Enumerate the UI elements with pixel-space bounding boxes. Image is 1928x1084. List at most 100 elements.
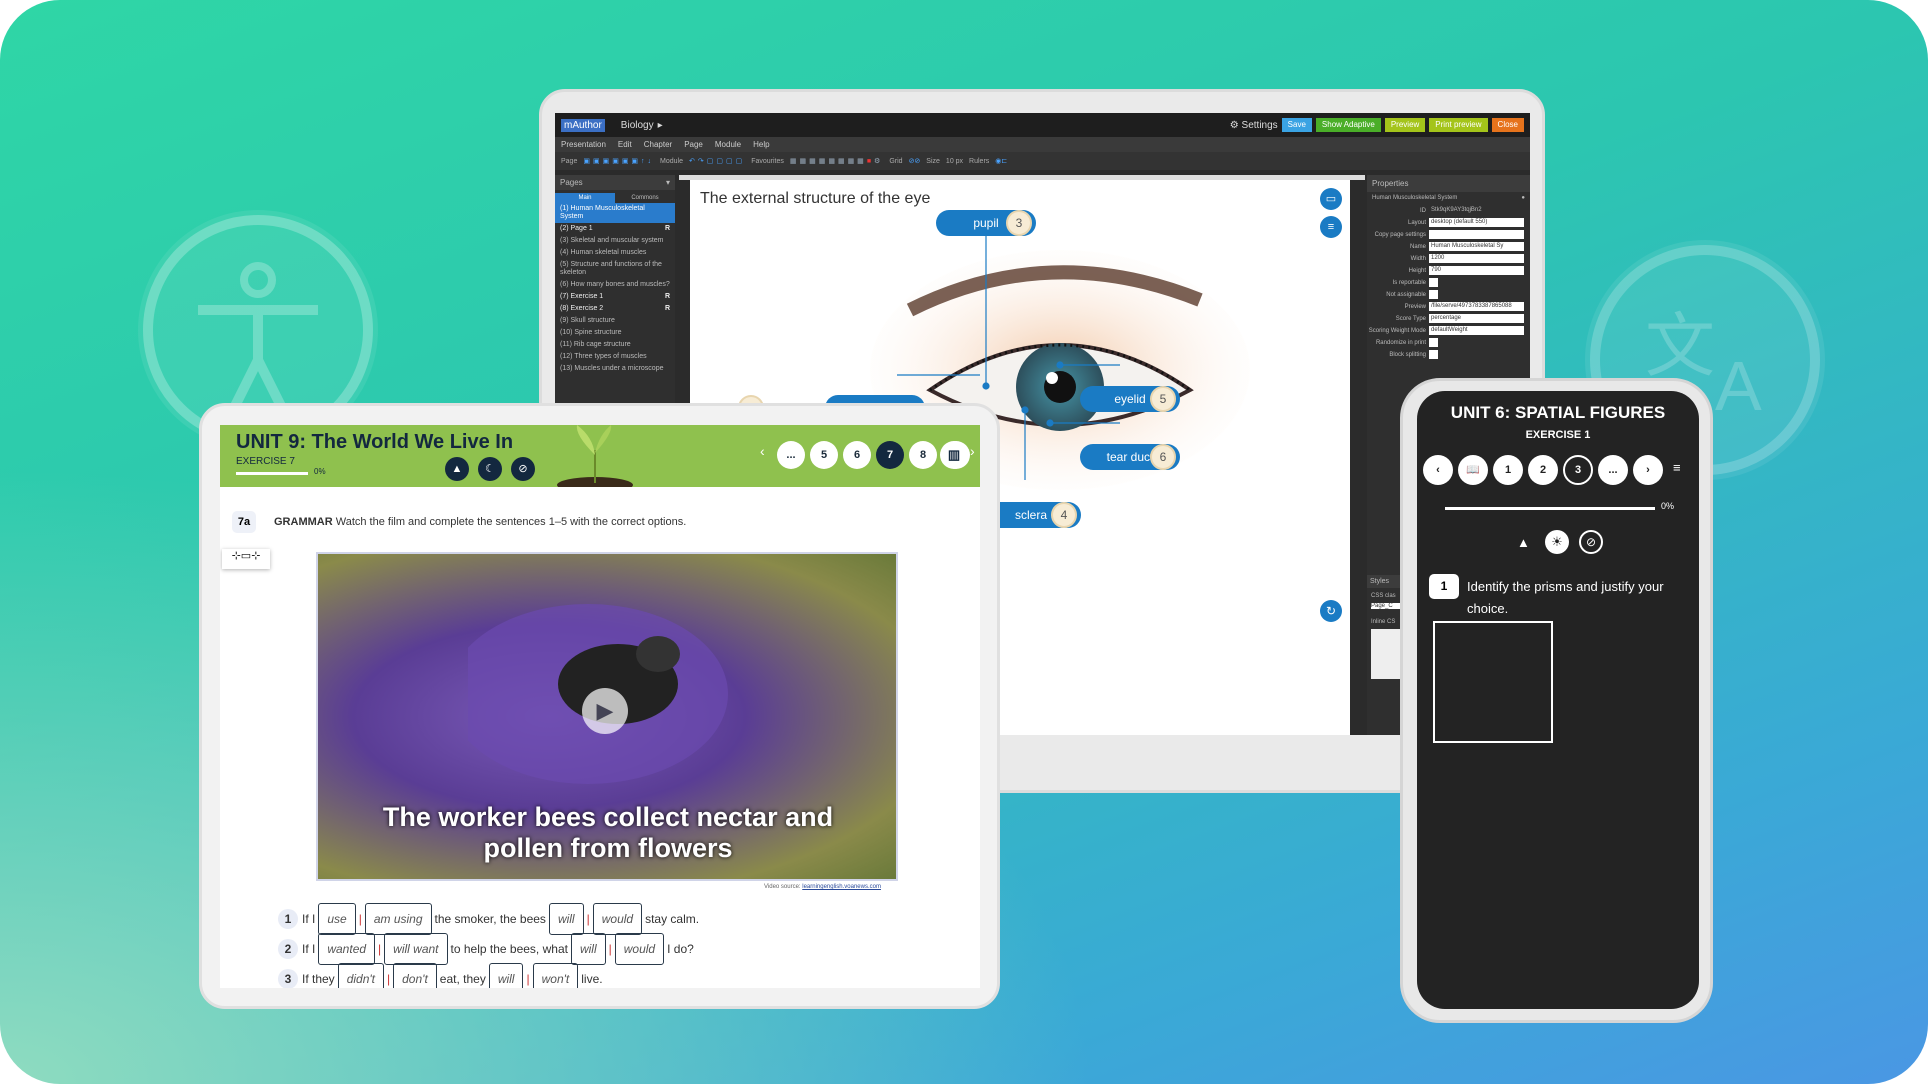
collapse-icon[interactable]: ▾ <box>666 178 670 187</box>
graduation-cap-icon[interactable]: ▲ <box>445 457 469 481</box>
page-button[interactable]: ... <box>777 441 805 469</box>
page-button[interactable]: 7 <box>876 441 904 469</box>
page-item[interactable]: (1) Human Musculoskeletal System <box>555 203 675 223</box>
grid-icons[interactable]: ⊘⊘ <box>909 157 921 165</box>
shape-option-cone[interactable] <box>1433 753 1553 875</box>
page-item[interactable]: (10) Spine structure <box>555 327 675 339</box>
page-item[interactable]: (13) Muscles under a microscope <box>555 363 675 375</box>
shape-option-cylinder[interactable] <box>1563 885 1683 1007</box>
property-value[interactable]: 790 <box>1429 266 1524 275</box>
page-button[interactable]: 8 <box>909 441 937 469</box>
breadcrumb[interactable]: Biology <box>621 120 654 131</box>
page-button[interactable]: 3 <box>1563 455 1593 485</box>
page-item[interactable]: (11) Rib cage structure <box>555 339 675 351</box>
page-button[interactable]: 5 <box>810 441 838 469</box>
property-value[interactable] <box>1429 350 1438 359</box>
dark-mode-icon[interactable]: ☾ <box>478 457 502 481</box>
page-button[interactable]: 1 <box>1493 455 1523 485</box>
list-icon[interactable]: ≡ <box>1320 216 1342 238</box>
page-button[interactable]: 6 <box>843 441 871 469</box>
book-icon[interactable]: 📖 <box>1458 455 1488 485</box>
save-button[interactable]: Save <box>1281 118 1312 132</box>
tab-commons[interactable]: Commons <box>615 193 675 203</box>
option-choice[interactable]: use <box>318 903 356 935</box>
settings-button[interactable]: ⚙ Settings <box>1230 120 1278 131</box>
next-arrow-icon[interactable]: › <box>970 443 975 459</box>
page-item[interactable]: (2) Page 1 R <box>555 223 675 235</box>
subtitles-toggle-icon[interactable]: ⊹▭⊹ <box>222 549 270 569</box>
video-player[interactable]: ▶ The worker bees collect nectar and pol… <box>316 552 898 881</box>
property-value[interactable]: defaultWeight <box>1429 326 1524 335</box>
shape-option-sphere[interactable] <box>1563 621 1683 743</box>
page-item[interactable]: (3) Skeletal and muscular system <box>555 235 675 247</box>
inline-css-input[interactable] <box>1371 629 1401 679</box>
option-choice[interactable]: don't <box>393 963 437 988</box>
menu-help[interactable]: Help <box>753 140 769 149</box>
favourites-icons[interactable]: ▦▦▦▦▦▦▦▦■⚙ <box>790 157 883 165</box>
help-icon[interactable]: ● <box>1521 195 1525 201</box>
play-icon[interactable]: ▶ <box>582 688 628 734</box>
option-choice[interactable]: didn't <box>337 963 384 988</box>
menu-module[interactable]: Module <box>715 140 741 149</box>
property-value[interactable]: percentage <box>1429 314 1524 323</box>
rotate-icon[interactable]: ⊘ <box>1579 530 1603 554</box>
comment-icon[interactable]: ▭ <box>1320 188 1342 210</box>
grid-size-value[interactable]: 10 px <box>946 158 963 165</box>
prev-page-button[interactable]: ‹ <box>760 443 765 459</box>
css-class-input[interactable]: Page_C <box>1371 603 1401 609</box>
option-choice[interactable]: will <box>570 933 606 965</box>
show-adaptive-button[interactable]: Show Adaptive <box>1315 118 1381 132</box>
menu-page[interactable]: Page <box>684 140 703 149</box>
sentence-text: the smoker, the bees <box>434 912 546 926</box>
property-value[interactable]: 1200 <box>1429 254 1524 263</box>
module-tools-icons[interactable]: ↶↷▢▢▢▢ <box>689 157 745 165</box>
option-choice[interactable]: would <box>592 903 643 935</box>
summary-chart-icon[interactable]: ▥ <box>940 441 968 469</box>
property-value[interactable] <box>1429 230 1524 239</box>
property-value[interactable] <box>1429 338 1438 347</box>
brightness-icon[interactable]: ☀ <box>1545 530 1569 554</box>
option-choice[interactable]: am using <box>364 903 432 935</box>
menu-presentation[interactable]: Presentation <box>561 140 606 149</box>
page-item[interactable]: (4) Human skeletal muscles <box>555 247 675 259</box>
page-button[interactable]: 2 <box>1528 455 1558 485</box>
shape-option-triangular-prism[interactable] <box>1433 885 1553 1007</box>
preview-button[interactable]: Preview <box>1384 118 1426 132</box>
rotate-icon[interactable]: ⊘ <box>511 457 535 481</box>
shape-option-pyramid[interactable] <box>1433 621 1553 743</box>
close-button[interactable]: Close <box>1491 118 1524 132</box>
option-choice[interactable]: wanted <box>318 933 376 965</box>
option-choice[interactable]: will <box>548 903 584 935</box>
menu-edit[interactable]: Edit <box>618 140 632 149</box>
page-button[interactable]: ... <box>1598 455 1628 485</box>
tab-main[interactable]: Main <box>555 193 615 203</box>
rulers-icons[interactable]: ◉⊏ <box>995 157 1007 165</box>
property-value[interactable]: desktop (default 550) <box>1429 218 1524 227</box>
page-item[interactable]: (6) How many bones and muscles? <box>555 279 675 291</box>
property-value[interactable] <box>1429 290 1438 299</box>
next-page-button[interactable]: › <box>1633 455 1663 485</box>
page-item[interactable]: (12) Three types of muscles <box>555 351 675 363</box>
option-choice[interactable]: won't <box>532 963 579 988</box>
print-preview-button[interactable]: Print preview <box>1429 118 1488 132</box>
page-item[interactable]: (5) Structure and functions of the skele… <box>555 259 675 279</box>
menu-chapter[interactable]: Chapter <box>644 140 672 149</box>
page-tools-icons[interactable]: ▣▣▣▣▣▣↑↓ <box>583 157 654 165</box>
prev-page-button[interactable]: ‹ <box>1423 455 1453 485</box>
option-choice[interactable]: will <box>488 963 524 988</box>
page-item[interactable]: (8) Exercise 2 R <box>555 303 675 315</box>
video-source-link[interactable]: learningenglish.voanews.com <box>802 884 881 890</box>
property-label: Not assignable <box>1386 291 1426 298</box>
page-item[interactable]: (9) Skull structure <box>555 315 675 327</box>
menu-icon[interactable]: ≡ <box>1673 460 1681 475</box>
property-value[interactable] <box>1429 278 1438 287</box>
shape-option-hexagonal-prism[interactable] <box>1563 753 1683 875</box>
page-item[interactable]: (7) Exercise 1 R <box>555 291 675 303</box>
option-choice[interactable]: would <box>614 933 665 965</box>
property-value[interactable]: Human Musculoskeletal Sy <box>1429 242 1524 251</box>
reset-icon[interactable]: ↻ <box>1320 600 1342 622</box>
option-choice[interactable]: will want <box>384 933 448 965</box>
property-value[interactable]: /file/serve/4973783387865088 <box>1429 302 1524 311</box>
graduation-cap-icon[interactable]: ▲ <box>1517 535 1530 550</box>
option-separator: | <box>378 942 382 956</box>
